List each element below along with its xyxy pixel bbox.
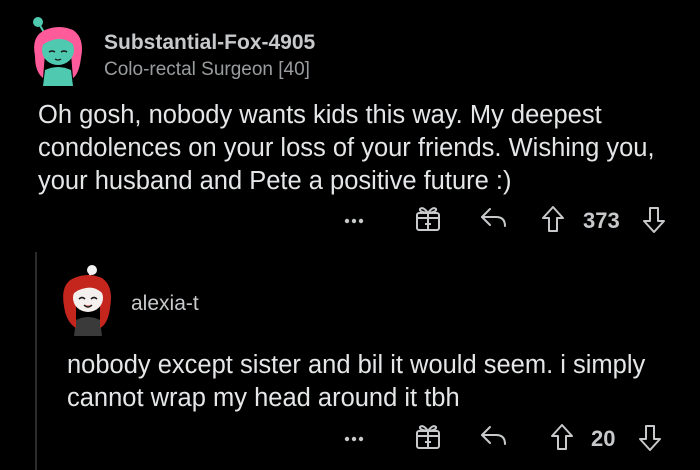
comment-author-username[interactable]: Substantial-Fox-4905 xyxy=(104,31,315,55)
more-options-icon[interactable] xyxy=(344,212,364,230)
downvote-arrow-icon[interactable] xyxy=(642,206,666,239)
snoo-avatar-image xyxy=(63,265,111,336)
user-flair: Colo-rectal Surgeon [40] xyxy=(104,59,310,80)
comment-author-username[interactable]: alexia-t xyxy=(131,292,199,316)
downvote-arrow-icon[interactable] xyxy=(638,424,662,457)
award-gift-icon[interactable] xyxy=(415,204,441,237)
comment-actions-bar: 20 xyxy=(0,418,700,458)
comment-body: Oh gosh, nobody wants kids this way. My … xyxy=(38,101,655,195)
vote-count: 373 xyxy=(583,208,620,233)
user-avatar-substantial-fox[interactable] xyxy=(27,14,89,86)
snoo-avatar-image xyxy=(33,17,82,86)
reply-arrow-icon[interactable] xyxy=(480,424,508,453)
comment-body: nobody except sister and bil it would se… xyxy=(67,351,646,412)
upvote-arrow-icon[interactable] xyxy=(541,205,565,238)
vote-count: 20 xyxy=(591,426,616,451)
comment-actions-bar: 373 xyxy=(0,200,700,240)
user-avatar-alexia-t[interactable] xyxy=(58,262,118,336)
reply-arrow-icon[interactable] xyxy=(480,206,508,235)
award-gift-icon[interactable] xyxy=(415,422,441,455)
upvote-arrow-icon[interactable] xyxy=(550,423,574,456)
more-options-icon[interactable] xyxy=(344,430,364,448)
